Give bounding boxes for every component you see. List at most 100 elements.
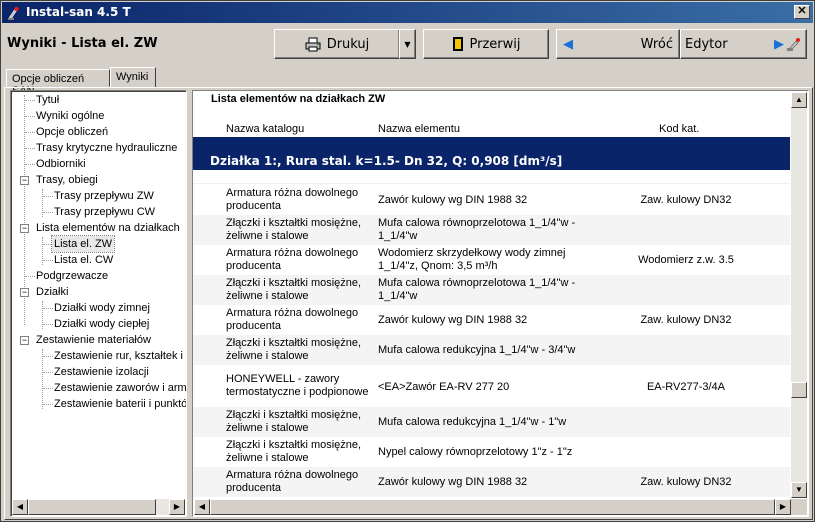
tree-item-critical-routes[interactable]: Trasy krytyczne hydrauliczne: [34, 140, 179, 156]
cell-code: [593, 217, 779, 243]
stop-button[interactable]: Przerwij: [423, 29, 549, 59]
back-button[interactable]: ◀ Wróć: [556, 29, 680, 59]
table-row[interactable]: Armatura różna dowolnego producenta Zawó…: [193, 305, 790, 335]
print-options-dropdown[interactable]: ▼: [399, 29, 416, 59]
collapse-icon[interactable]: −: [20, 176, 29, 185]
table-row[interactable]: Armatura różna dowolnego producenta Wodo…: [193, 245, 790, 275]
tree-item-element-list[interactable]: Lista elementów na działkach: [34, 220, 182, 236]
section-header: Działka 1:, Rura stal. k=1.5- Dn 32, Q: …: [193, 137, 790, 170]
table-row[interactable]: Armatura różna dowolnego producenta Zawó…: [193, 467, 790, 497]
element-list-grid[interactable]: Lista elementów na działkach ZW Nazwa ka…: [192, 90, 809, 517]
editor-button[interactable]: Edytor ▶: [680, 29, 807, 59]
tree-item-calc-options[interactable]: Opcje obliczeń: [34, 124, 110, 140]
table-row[interactable]: HONEYWELL - zawory termostatyczne i podp…: [193, 365, 790, 407]
table-row[interactable]: Złączki i kształtki mosiężne, żeliwne i …: [193, 335, 790, 365]
collapse-icon[interactable]: −: [20, 336, 29, 345]
editor-label: Edytor: [685, 36, 728, 52]
tree-item-heaters[interactable]: Podgrzewacze: [34, 268, 110, 284]
close-icon: ✕: [797, 5, 807, 17]
cell-code: [593, 277, 779, 303]
table-row[interactable]: Złączki i kształtki mosiężne, żeliwne i …: [193, 275, 790, 305]
cell-code: Zaw. kulowy DN32: [640, 193, 732, 206]
tree-item-routes-circuits[interactable]: Trasy, obiegi: [34, 172, 100, 188]
tree-item-hot-water-sections[interactable]: Działki wody ciepłej: [52, 316, 151, 332]
cell-element: <EA>Zawór EA-RV 277 20: [378, 381, 510, 393]
cell-code: [593, 337, 779, 363]
cell-catalog: Armatura różna dowolnego producenta: [226, 307, 359, 332]
scroll-right-button[interactable]: ▶: [775, 499, 791, 515]
table-row[interactable]: Złączki i kształtki mosiężne, żeliwne i …: [193, 407, 790, 437]
table-row[interactable]: Armatura różna dowolnego producenta Zawó…: [193, 185, 790, 215]
tree-item-pipes-fittings[interactable]: Zestawienie rur, kształtek i: [52, 348, 185, 364]
tree-item-receivers[interactable]: Odbiorniki: [34, 156, 88, 172]
tree-item-title[interactable]: Tytuł: [34, 92, 61, 108]
scroll-up-button[interactable]: ▲: [791, 92, 807, 108]
results-tree[interactable]: − − − − Tytuł Wyniki ogólne Opcje oblicz…: [10, 90, 187, 517]
cell-catalog: Armatura różna dowolnego producenta: [226, 469, 359, 494]
tree-item-insulation[interactable]: Zestawienie izolacji: [52, 364, 151, 380]
collapse-icon[interactable]: −: [20, 288, 29, 297]
scroll-down-button[interactable]: ▼: [791, 482, 807, 498]
collapse-icon[interactable]: −: [20, 224, 29, 233]
print-button[interactable]: Drukuj: [274, 29, 400, 59]
title-bar: Instal-san 4.5 T ✕: [2, 2, 813, 23]
cell-element: Zawór kulowy wg DIN 1988 32: [378, 313, 528, 326]
print-label: Drukuj: [326, 36, 370, 52]
tree-item-cold-water-sections[interactable]: Działki wody zimnej: [52, 300, 152, 316]
cell-code: [593, 409, 779, 435]
column-header-element[interactable]: Nazwa elementu: [378, 123, 460, 135]
chevron-down-icon: ▼: [404, 39, 411, 49]
cell-catalog: Armatura różna dowolnego producenta: [226, 187, 359, 212]
cell-code: EA-RV277-3/4A: [646, 381, 726, 393]
tree-item-list-cw[interactable]: Lista el. CW: [52, 252, 115, 268]
cell-catalog: Złączki i kształtki mosiężne, żeliwne i …: [226, 439, 362, 464]
column-header-code[interactable]: Kod kat.: [659, 123, 699, 135]
scroll-thumb[interactable]: [791, 382, 807, 398]
printer-icon: [305, 37, 321, 51]
cell-catalog: HONEYWELL - zawory termostatyczne i podp…: [226, 373, 369, 398]
scroll-corner: [791, 499, 807, 515]
stop-icon: [452, 37, 463, 51]
grid-horizontal-scrollbar[interactable]: ◀ ▶: [194, 499, 791, 515]
cell-catalog: Złączki i kształtki mosiężne, żeliwne i …: [226, 409, 362, 434]
tree-item-valves[interactable]: Zestawienie zaworów i arma: [52, 380, 186, 396]
tree-item-material-summary[interactable]: Zestawienie materiałów: [34, 332, 153, 348]
page-title: Wyniki - Lista el. ZW: [7, 36, 158, 51]
cell-element: Zawór kulowy wg DIN 1988 32: [378, 193, 528, 206]
grid-title: Lista elementów na działkach ZW: [211, 93, 386, 105]
tree-item-flow-routes-zw[interactable]: Trasy przepływu ZW: [52, 188, 156, 204]
cell-code: Zaw. kulowy DN32: [640, 475, 732, 488]
close-button[interactable]: ✕: [794, 5, 810, 19]
tree-item-batteries[interactable]: Zestawienie baterii i punktó: [52, 396, 186, 412]
back-label: Wróć: [640, 36, 673, 52]
arrow-left-icon: ◀: [563, 36, 573, 52]
cell-catalog: Złączki i kształtki mosiężne, żeliwne i …: [226, 277, 362, 302]
scroll-thumb[interactable]: [210, 499, 775, 515]
tree-item-general-results[interactable]: Wyniki ogólne: [34, 108, 106, 124]
table-row[interactable]: Złączki i kształtki mosiężne, żeliwne i …: [193, 215, 790, 245]
tab-results[interactable]: Wyniki: [110, 67, 156, 88]
grid-vertical-scrollbar[interactable]: ▲ ▼: [791, 92, 807, 498]
column-header-catalog[interactable]: Nazwa katalogu: [226, 123, 304, 135]
editor-tool-icon: [787, 38, 800, 52]
tree-guide: [42, 349, 43, 409]
tab-calc-options[interactable]: Opcje obliczeń SAN: [6, 69, 110, 97]
tree-horizontal-scrollbar[interactable]: ◀ ▶: [12, 499, 185, 515]
scroll-right-button[interactable]: ▶: [169, 499, 185, 515]
scroll-left-button[interactable]: ◀: [194, 499, 210, 515]
cell-catalog: Armatura różna dowolnego producenta: [226, 247, 359, 272]
tree-item-list-zw[interactable]: Lista el. ZW: [50, 235, 116, 253]
cell-code: Wodomierz z.w. 3.5: [638, 253, 734, 266]
scroll-left-button[interactable]: ◀: [12, 499, 28, 515]
tree-item-sections[interactable]: Działki: [34, 284, 70, 300]
app-icon: [8, 6, 19, 20]
table-row[interactable]: Złączki i kształtki mosiężne, żeliwne i …: [193, 437, 790, 467]
cell-element: Zawór kulowy wg DIN 1988 32: [378, 475, 528, 488]
cell-catalog: Złączki i kształtki mosiężne, żeliwne i …: [226, 337, 362, 362]
cell-element: Mufa calowa równoprzelotowa 1_1/4"w - 1_…: [378, 217, 576, 242]
cell-element: Mufa calowa redukcyjna 1_1/4"w - 3/4"w: [378, 343, 576, 356]
cell-element: Nypel calowy równoprzelotowy 1"z - 1"z: [378, 445, 573, 458]
scroll-thumb[interactable]: [28, 499, 156, 515]
tree-item-flow-routes-cw[interactable]: Trasy przepływu CW: [52, 204, 157, 220]
arrow-right-icon: ▶: [774, 36, 784, 52]
